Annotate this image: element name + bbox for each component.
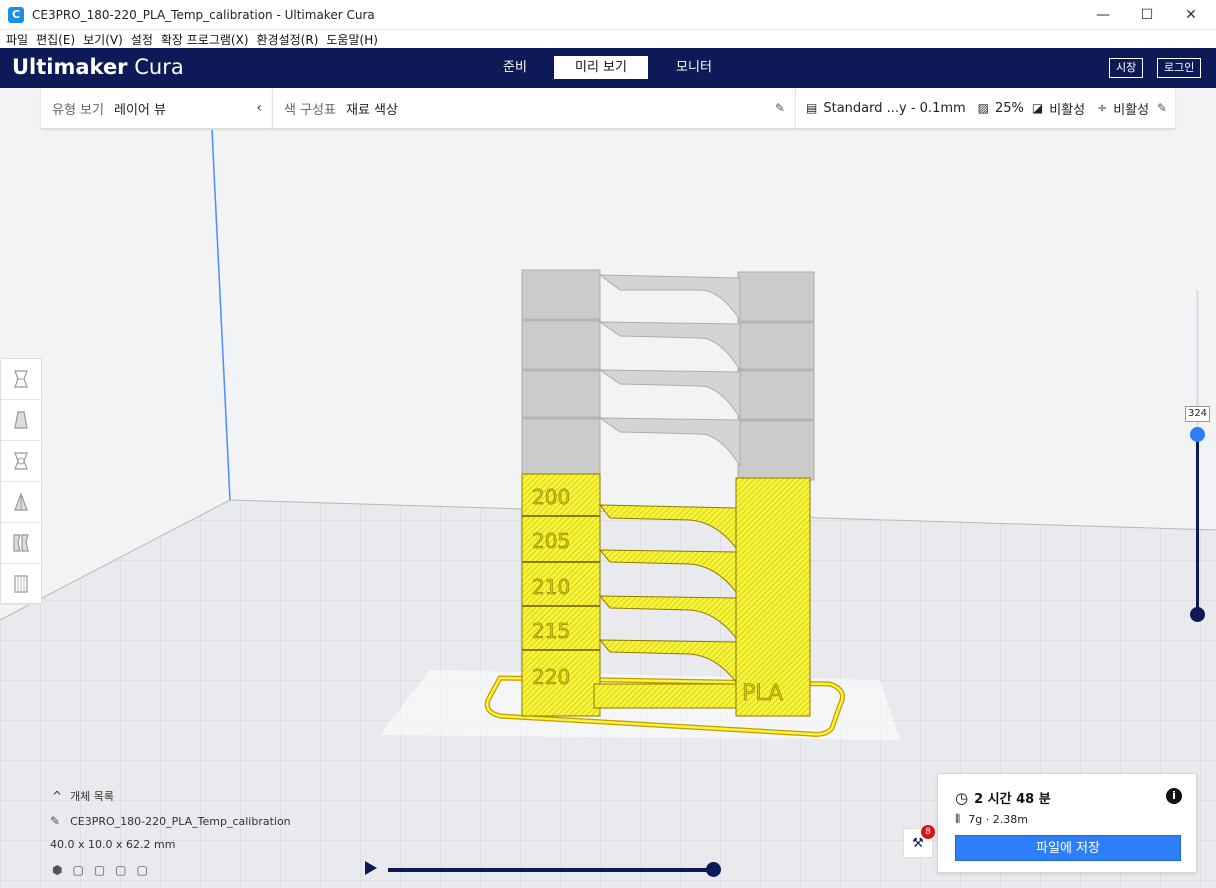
path-slider-handle[interactable] bbox=[706, 862, 721, 877]
print-settings-panel[interactable]: ▤ Standard ...y - 0.1mm ▨ 25% ◪ 비활성 ÷ 비활… bbox=[795, 88, 1175, 129]
menu-view[interactable]: 보기(V) bbox=[83, 31, 123, 48]
brand-logo: Ultimaker Cura bbox=[12, 55, 184, 79]
print-time: 2 시간 48 분 bbox=[974, 792, 1051, 807]
left-view-icon[interactable]: ▢ bbox=[115, 863, 126, 877]
minimize-button[interactable]: — bbox=[1080, 0, 1126, 30]
filament-icon: ⦀ bbox=[955, 812, 961, 826]
login-button[interactable]: 로그인 bbox=[1157, 58, 1202, 78]
unprinted-layers bbox=[521, 269, 815, 481]
layer-slider-lower-handle[interactable] bbox=[1190, 607, 1205, 622]
3d-viewport[interactable]: 200 205 210 215 220 PLA bbox=[0, 88, 1216, 888]
view-type-label: 유형 보기 bbox=[52, 102, 104, 118]
support-value: 비활성 bbox=[1049, 102, 1086, 118]
material-usage: 7g · 2.38m bbox=[968, 813, 1028, 826]
front-view-icon[interactable]: ▢ bbox=[72, 863, 83, 877]
profile-name: Standard ...y - 0.1mm bbox=[823, 100, 966, 116]
right-view-icon[interactable]: ▢ bbox=[137, 863, 148, 877]
color-scheme-value: 재료 색상 bbox=[345, 102, 398, 118]
object-dimensions: 40.0 x 10.0 x 62.2 mm bbox=[50, 838, 176, 851]
color-scheme-panel[interactable]: 색 구성표 재료 색상 ✎ bbox=[272, 88, 795, 129]
adhesion-icon: ÷ bbox=[1097, 101, 1108, 115]
infill-value: 25% bbox=[995, 100, 1024, 116]
3d-view-icon[interactable]: ⬢ bbox=[52, 863, 62, 877]
title-bar: C CE3PRO_180-220_PLA_Temp_calibration - … bbox=[0, 0, 1216, 30]
per-model-settings-icon[interactable] bbox=[1, 523, 41, 564]
notification-badge: 8 bbox=[921, 825, 935, 839]
window-title: CE3PRO_180-220_PLA_Temp_calibration - Ul… bbox=[32, 7, 375, 22]
save-to-file-button[interactable]: 파일에 저장 bbox=[955, 835, 1181, 861]
tab-prepare[interactable]: 준비 bbox=[492, 56, 538, 79]
marketplace-button[interactable]: 시장 bbox=[1109, 58, 1144, 78]
material-label-pla: PLA bbox=[742, 681, 783, 706]
view-type-panel[interactable]: 유형 보기 레이어 뷰 ‹ bbox=[41, 88, 272, 129]
support-blocker-icon[interactable] bbox=[1, 564, 41, 605]
infill-icon: ▨ bbox=[977, 101, 990, 115]
temp-label-200: 200 bbox=[532, 485, 570, 509]
menu-bar: 파일 편집(E) 보기(V) 설정 확장 프로그램(X) 환경설정(R) 도움말… bbox=[0, 30, 1216, 48]
play-icon[interactable] bbox=[365, 861, 377, 875]
build-plate-scene: 200 205 210 215 220 PLA bbox=[0, 129, 1216, 888]
chevron-up-icon[interactable]: ^ bbox=[52, 789, 62, 803]
clock-icon: ◷ bbox=[955, 788, 969, 807]
pencil-icon[interactable]: ✎ bbox=[775, 101, 785, 115]
view-type-value: 레이어 뷰 bbox=[113, 102, 166, 118]
pencil-icon[interactable]: ✎ bbox=[1157, 101, 1167, 115]
layer-slider-range bbox=[1196, 434, 1199, 614]
cura-app-icon: C bbox=[8, 6, 24, 23]
scale-tool-icon[interactable] bbox=[1, 400, 41, 441]
temp-label-210: 210 bbox=[532, 575, 570, 599]
color-scheme-label: 색 구성표 bbox=[284, 102, 336, 118]
menu-file[interactable]: 파일 bbox=[6, 31, 28, 48]
temp-label-205: 205 bbox=[532, 529, 570, 553]
path-slider-track[interactable] bbox=[388, 868, 714, 872]
menu-preferences[interactable]: 환경설정(R) bbox=[257, 31, 319, 48]
close-button[interactable]: ✕ bbox=[1168, 0, 1214, 30]
tab-monitor[interactable]: 모니터 bbox=[666, 56, 722, 79]
top-view-icon[interactable]: ▢ bbox=[94, 863, 105, 877]
support-icon: ◪ bbox=[1031, 101, 1044, 115]
print-info-panel: ◷ 2 시간 48 분 i ⦀ 7g · 2.38m 파일에 저장 bbox=[937, 773, 1197, 873]
move-tool-icon[interactable] bbox=[1, 359, 41, 400]
maximize-button[interactable]: ☐ bbox=[1124, 0, 1170, 30]
info-icon[interactable]: i bbox=[1166, 788, 1182, 804]
z-axis-line bbox=[211, 129, 231, 501]
rotate-tool-icon[interactable] bbox=[1, 441, 41, 482]
menu-help[interactable]: 도움말(H) bbox=[326, 31, 378, 48]
menu-settings[interactable]: 설정 bbox=[131, 31, 153, 48]
mirror-tool-icon[interactable] bbox=[1, 482, 41, 523]
app-header: Ultimaker Cura 준비 미리 보기 모니터 시장 로그인 bbox=[0, 48, 1216, 88]
tool-column bbox=[0, 358, 42, 605]
adhesion-value: 비활성 bbox=[1113, 102, 1150, 118]
menu-extensions[interactable]: 확장 프로그램(X) bbox=[161, 31, 249, 48]
temp-label-220: 220 bbox=[532, 665, 570, 689]
chevron-left-icon[interactable]: ‹ bbox=[256, 100, 262, 116]
layer-number-label[interactable]: 324 bbox=[1185, 406, 1210, 422]
menu-edit[interactable]: 편집(E) bbox=[36, 31, 75, 48]
object-name: CE3PRO_180-220_PLA_Temp_calibration bbox=[70, 814, 291, 828]
layer-slider-upper-handle[interactable] bbox=[1190, 427, 1205, 442]
profile-icon: ▤ bbox=[806, 101, 818, 115]
object-list-title[interactable]: 개체 목록 bbox=[70, 788, 114, 804]
object-list: ^ 개체 목록 ✎ CE3PRO_180-220_PLA_Temp_calibr… bbox=[50, 788, 291, 877]
temp-label-215: 215 bbox=[532, 619, 570, 643]
pencil-icon[interactable]: ✎ bbox=[50, 814, 60, 828]
camera-views: ⬢ ▢ ▢ ▢ ▢ bbox=[52, 863, 291, 877]
tab-preview[interactable]: 미리 보기 bbox=[554, 56, 648, 79]
